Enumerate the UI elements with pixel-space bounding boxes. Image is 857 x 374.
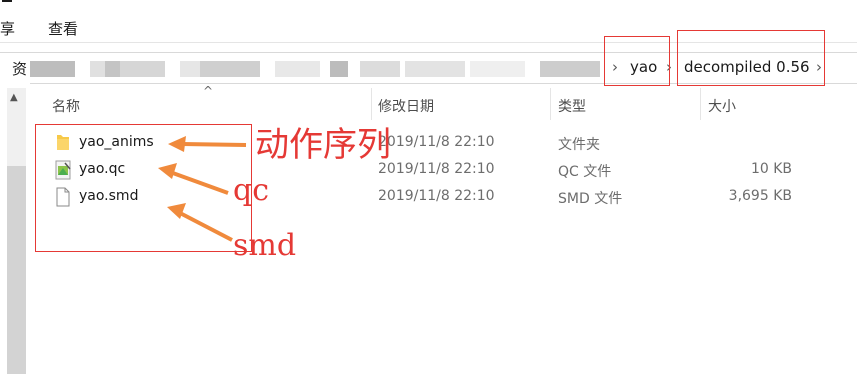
arrow-to-smd (179, 211, 233, 242)
arrow-to-anims (181, 142, 247, 147)
arrow-to-qc (169, 170, 229, 195)
annotation-arrows (158, 136, 247, 242)
annotation-anims-label: 动作序列 (255, 125, 391, 165)
annotation-smd-label: smd (233, 228, 297, 263)
arrowhead-qc (158, 163, 177, 179)
annotation-qc-label: qc (233, 173, 270, 208)
arrowhead-anims (168, 136, 186, 152)
